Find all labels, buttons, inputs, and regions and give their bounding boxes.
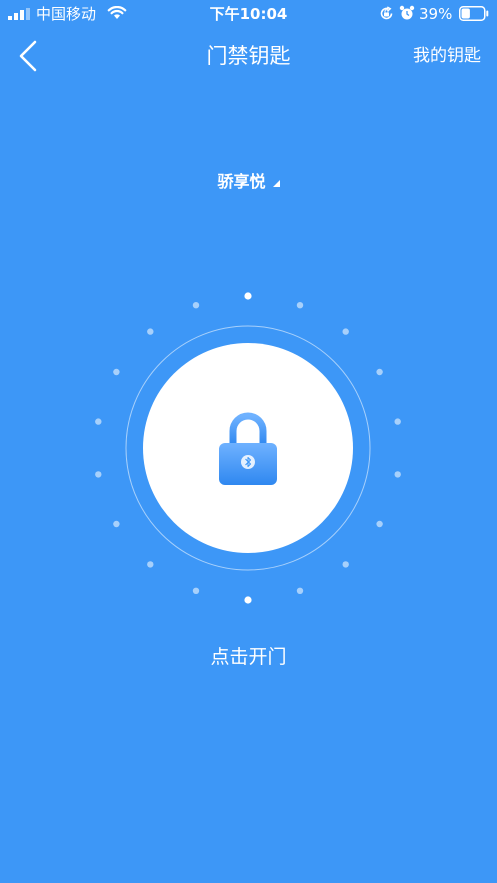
battery-icon (459, 6, 489, 21)
caret-down-icon (272, 179, 280, 187)
unlock-label[interactable]: 点击开门 (0, 644, 497, 670)
lock-icon (219, 412, 277, 485)
bluetooth-icon (241, 455, 255, 469)
community-selector[interactable]: 骄享悦 (0, 170, 497, 194)
dial-dot (394, 471, 401, 478)
dial-dot (342, 328, 349, 335)
rotation-lock-icon (380, 6, 393, 20)
status-bar: 中国移动 下午10:04 39% (0, 0, 497, 28)
dial-dot (147, 328, 154, 335)
dial-dot (95, 471, 102, 478)
dial-dot (192, 587, 200, 594)
community-name: 骄享悦 (217, 172, 266, 191)
dial-dot (244, 292, 252, 300)
dial-dot (394, 418, 401, 425)
dial-dot (244, 596, 252, 604)
dial-dot (376, 520, 383, 528)
alarm-icon (399, 5, 415, 20)
unlock-button[interactable] (143, 343, 353, 553)
nav-bar: 门禁钥匙 我的钥匙 (0, 28, 497, 84)
dial-dot (296, 302, 304, 309)
dial-dot (113, 368, 120, 376)
dial-dot (296, 587, 304, 594)
dial-dot (376, 368, 383, 376)
dial-dot (342, 561, 349, 568)
battery-percent: 39% (419, 5, 453, 23)
dial-dot (147, 561, 154, 568)
dial-dot (95, 418, 102, 425)
dial-dot (192, 302, 200, 309)
dial-dot (113, 520, 120, 528)
my-keys-button[interactable]: 我的钥匙 (413, 44, 481, 68)
